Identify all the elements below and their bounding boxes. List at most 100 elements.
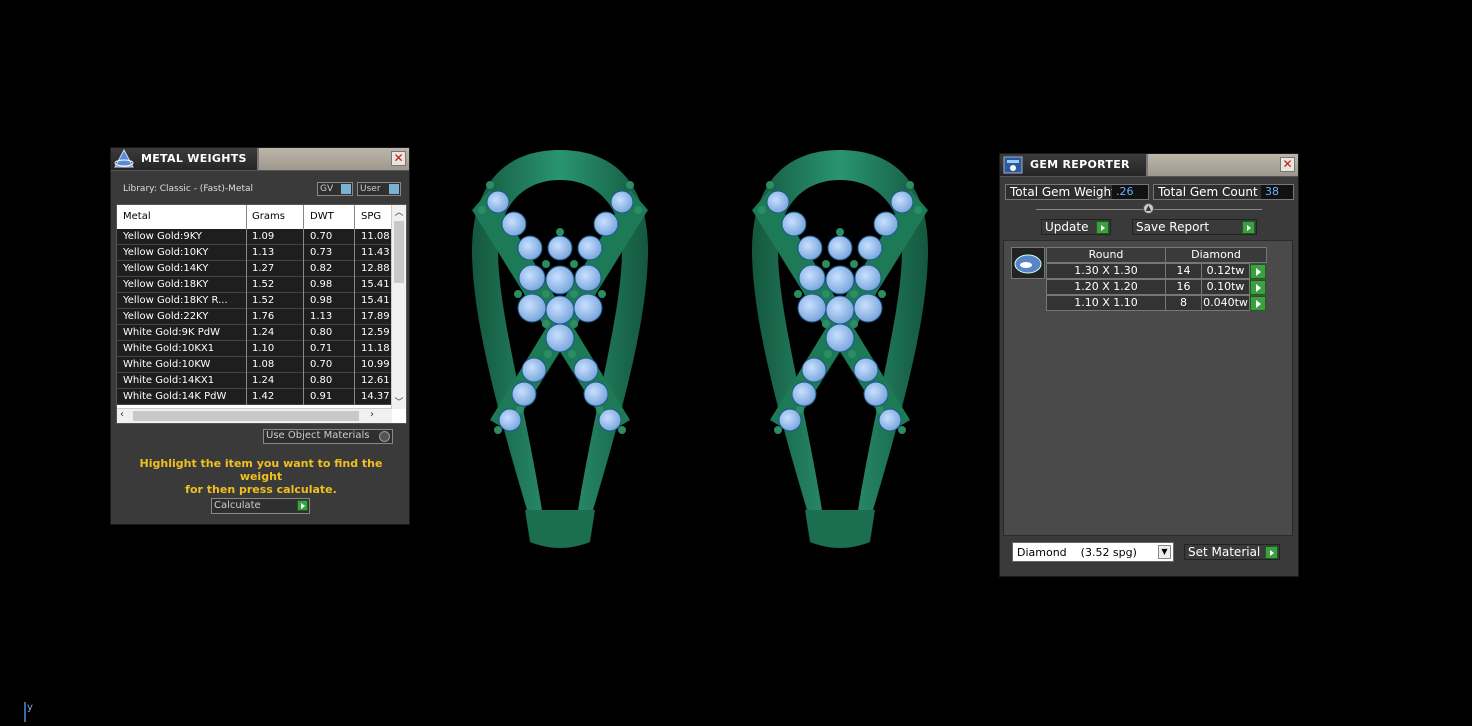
- calculate-button[interactable]: Calculate: [211, 498, 310, 514]
- metal-table[interactable]: Metal Grams DWT SPG Yellow Gold:9KY 1.09 0…: [116, 204, 407, 424]
- cell-spg: 12.88: [361, 263, 390, 274]
- cell-metal: Yellow Gold:22KY: [123, 311, 209, 322]
- gem-cell-weight: 0.12tw: [1201, 263, 1250, 279]
- round-diamond-thumbnail-icon[interactable]: [1011, 247, 1045, 279]
- cell-spg: 12.61: [361, 375, 390, 386]
- scroll-down-icon[interactable]: ﹀: [392, 395, 406, 409]
- gem-cell-weight: 0.10tw: [1201, 279, 1250, 295]
- cell-dwt: 0.98: [310, 279, 333, 290]
- use-object-materials-toggle[interactable]: Use Object Materials: [263, 429, 393, 444]
- cell-grams: 1.09: [252, 231, 275, 242]
- scroll-up-icon[interactable]: ︿: [392, 205, 406, 219]
- cell-spg: 11.08: [361, 231, 390, 242]
- dropdown-arrow-icon[interactable]: ▼: [1158, 545, 1171, 559]
- metal-weights-panel: METAL WEIGHTS ✕ Library: Classic - (Fast…: [110, 147, 410, 525]
- column-header-metal[interactable]: Metal: [123, 211, 151, 222]
- cell-dwt: 0.82: [310, 263, 333, 274]
- table-row[interactable]: Yellow Gold:18KY 1.52 0.98 15.41: [117, 277, 397, 293]
- splitter-handle-icon[interactable]: ▲: [1143, 203, 1154, 214]
- gem-cell-count: 14: [1165, 263, 1202, 279]
- metal-weights-titlebar[interactable]: METAL WEIGHTS ✕: [111, 148, 409, 171]
- cell-spg: 10.99: [361, 359, 390, 370]
- cell-grams: 1.52: [252, 279, 275, 290]
- hscroll-thumb[interactable]: [133, 411, 359, 421]
- cell-spg: 17.89: [361, 311, 390, 322]
- play-arrow-icon: [297, 500, 308, 511]
- total-gem-count-value: 38: [1261, 185, 1293, 199]
- total-gem-weight-field: Total Gem Weight .26: [1005, 184, 1149, 200]
- table-row[interactable]: Yellow Gold:10KY 1.13 0.73 11.43: [117, 245, 397, 261]
- vscroll-thumb[interactable]: [394, 221, 404, 283]
- cell-metal: Yellow Gold:18KY R...: [123, 295, 228, 306]
- cell-dwt: 0.98: [310, 295, 333, 306]
- cell-grams: 1.42: [252, 391, 275, 402]
- radio-icon: [379, 431, 390, 442]
- pyramid-icon: [114, 149, 134, 168]
- table-row[interactable]: Yellow Gold:14KY 1.27 0.82 12.88: [117, 261, 397, 277]
- cell-grams: 1.13: [252, 247, 275, 258]
- cell-grams: 1.27: [252, 263, 275, 274]
- gem-row-select-button[interactable]: [1250, 280, 1266, 295]
- cell-dwt: 0.70: [310, 231, 333, 242]
- user-toggle[interactable]: User: [357, 182, 401, 196]
- cell-metal: Yellow Gold:18KY: [123, 279, 209, 290]
- metal-weights-close-button[interactable]: ✕: [391, 151, 406, 166]
- play-arrow-icon: [1096, 221, 1109, 234]
- table-row[interactable]: Yellow Gold:22KY 1.76 1.13 17.89: [117, 309, 397, 325]
- cell-grams: 1.08: [252, 359, 275, 370]
- cell-dwt: 0.91: [310, 391, 333, 402]
- gem-reporter-close-button[interactable]: ✕: [1280, 157, 1295, 172]
- table-row[interactable]: White Gold:14KX1 1.24 0.80 12.61: [117, 373, 397, 389]
- material-select[interactable]: Diamond (3.52 spg) ▼: [1012, 542, 1174, 562]
- table-row[interactable]: White Gold:10KX1 1.10 0.71 11.18: [117, 341, 397, 357]
- update-button[interactable]: Update: [1041, 219, 1111, 235]
- metal-table-hscrollbar[interactable]: ‹ ›: [117, 408, 392, 423]
- cell-metal: White Gold:9K PdW: [123, 327, 220, 338]
- earring-right: [751, 149, 929, 549]
- gem-row-select-button[interactable]: [1250, 296, 1266, 311]
- gem-cell-count: 16: [1165, 279, 1202, 295]
- earring-left: [471, 149, 649, 549]
- gem-report-area: Round Diamond 1.30 X 1.30 14 0.12tw 1.20 X …: [1003, 240, 1293, 536]
- cell-metal: White Gold:10KW: [123, 359, 211, 370]
- gem-cell-weight: 0.040tw: [1201, 295, 1250, 311]
- column-header-spg[interactable]: SPG: [361, 211, 381, 222]
- save-report-button[interactable]: Save Report: [1132, 219, 1257, 235]
- cell-spg: 11.18: [361, 343, 390, 354]
- table-row[interactable]: White Gold:9K PdW 1.24 0.80 12.59: [117, 325, 397, 341]
- gem-material-header: Diamond: [1165, 247, 1267, 263]
- gem-reporter-title: GEM REPORTER: [1030, 158, 1130, 171]
- gem-report-icon: [1003, 156, 1023, 174]
- cell-metal: White Gold:10KX1: [123, 343, 215, 354]
- cell-grams: 1.24: [252, 327, 275, 338]
- column-header-grams[interactable]: Grams: [252, 211, 285, 222]
- gem-cell-count: 8: [1165, 295, 1202, 311]
- metal-weights-title: METAL WEIGHTS: [141, 152, 247, 165]
- gv-toggle[interactable]: GV: [317, 182, 353, 196]
- metal-table-vscrollbar[interactable]: ︿ ﹀: [391, 205, 406, 409]
- axis-indicator: [24, 702, 26, 722]
- table-row[interactable]: White Gold:10KW 1.08 0.70 10.99: [117, 357, 397, 373]
- cell-dwt: 0.80: [310, 375, 333, 386]
- metal-table-header: Metal Grams DWT SPG: [117, 205, 392, 227]
- column-header-dwt[interactable]: DWT: [310, 211, 334, 222]
- scroll-right-icon[interactable]: ›: [370, 409, 374, 420]
- table-row[interactable]: Yellow Gold:9KY 1.09 0.70 11.08: [117, 229, 397, 245]
- play-arrow-icon: [1242, 221, 1255, 234]
- cell-grams: 1.52: [252, 295, 275, 306]
- cell-metal: Yellow Gold:10KY: [123, 247, 209, 258]
- cell-dwt: 0.73: [310, 247, 333, 258]
- set-material-button[interactable]: Set Material: [1184, 544, 1280, 560]
- play-arrow-icon: [1265, 546, 1278, 559]
- cell-dwt: 0.71: [310, 343, 333, 354]
- gem-cell-size: 1.10 X 1.10: [1046, 295, 1166, 311]
- cell-dwt: 0.70: [310, 359, 333, 370]
- gem-row-select-button[interactable]: [1250, 264, 1266, 279]
- table-row[interactable]: Yellow Gold:18KY R... 1.52 0.98 15.41: [117, 293, 397, 309]
- scroll-left-icon[interactable]: ‹: [120, 409, 124, 420]
- gem-reporter-titlebar[interactable]: GEM REPORTER ✕: [1000, 154, 1298, 177]
- table-row[interactable]: White Gold:14K PdW 1.42 0.91 14.37: [117, 389, 397, 405]
- cell-metal: White Gold:14KX1: [123, 375, 215, 386]
- cell-metal: White Gold:14K PdW: [123, 391, 227, 402]
- total-gem-count-field: Total Gem Count 38: [1153, 184, 1294, 200]
